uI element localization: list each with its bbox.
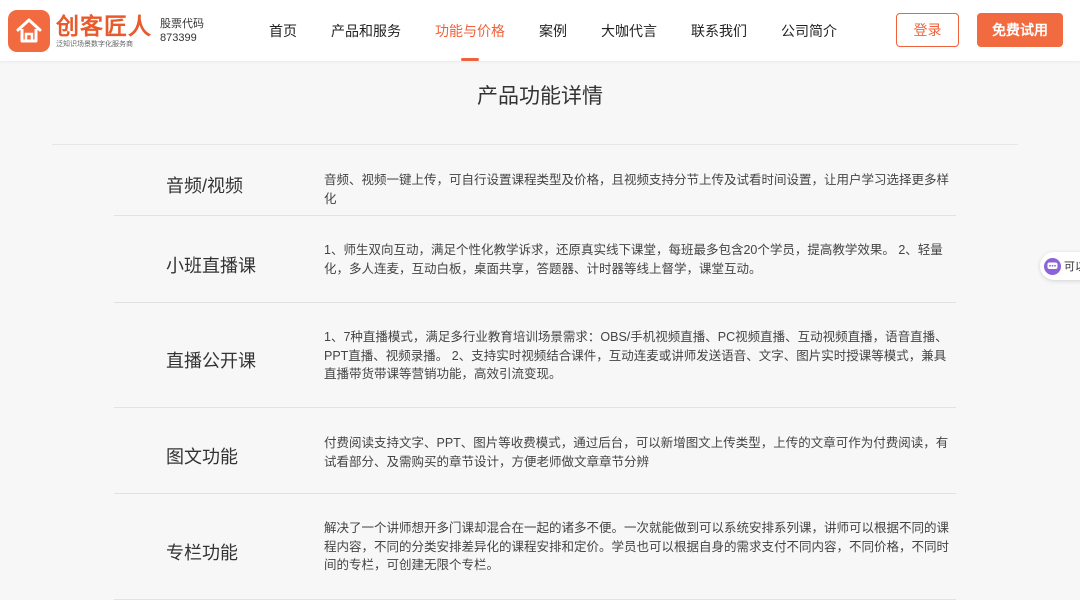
stock-info: 股票代码 873399 (160, 17, 204, 45)
nav-about[interactable]: 公司简介 (764, 0, 854, 61)
login-button[interactable]: 登录 (896, 13, 959, 47)
feature-row-graphic-text: 图文功能 付费阅读支持文字、PPT、图片等收费模式，通过后台，可以新增图文上传类… (114, 408, 956, 494)
nav-cases[interactable]: 案例 (522, 0, 584, 61)
free-trial-button[interactable]: 免费试用 (977, 13, 1063, 47)
chat-label: 可以 (1064, 261, 1080, 273)
feature-name: 小班直播课 (166, 256, 256, 276)
nav-contact[interactable]: 联系我们 (674, 0, 764, 61)
feature-desc: 1、师生双向互动，满足个性化教学诉求，还原真实线下课堂，每班最多包含20个学员，… (324, 243, 943, 276)
chat-bubble-icon (1044, 257, 1061, 275)
feature-row-small-class-live: 小班直播课 1、师生双向互动，满足个性化教学诉求，还原真实线下课堂，每班最多包含… (114, 216, 956, 303)
feature-list: 音频/视频 音频、视频一键上传，可自行设置课程类型及价格，且视频支持分节上传及试… (114, 145, 956, 600)
brand-slogan: 泛知识场景数字化服务商 (56, 41, 133, 48)
nav-endorsements[interactable]: 大咖代言 (584, 0, 674, 61)
nav-home[interactable]: 首页 (252, 0, 314, 61)
page-title: 产品功能详情 (477, 85, 603, 108)
feature-name: 直播公开课 (166, 351, 256, 371)
feature-name: 音频/视频 (166, 176, 244, 196)
feature-name: 图文功能 (166, 447, 238, 467)
brand-name: 创客匠人 (56, 13, 152, 39)
site-header: 创客匠人 泛知识场景数字化服务商 股票代码 873399 首页 产品和服务 功能… (0, 0, 1080, 61)
feature-row-public-live: 直播公开课 1、7种直播模式，满足多行业教育培训场景需求：OBS/手机视频直播、… (114, 303, 956, 408)
feature-desc: 1、7种直播模式，满足多行业教育培训场景需求：OBS/手机视频直播、PC视频直播… (324, 330, 948, 381)
nav-features-pricing[interactable]: 功能与价格 (418, 0, 522, 61)
nav-products-services[interactable]: 产品和服务 (314, 0, 418, 61)
stock-label: 股票代码 (160, 18, 204, 30)
brand-logo[interactable]: 创客匠人 泛知识场景数字化服务商 (8, 10, 152, 52)
floating-chat-tab[interactable]: 可以 (1040, 252, 1080, 280)
feature-desc: 解决了一个讲师想开多门课却混合在一起的诸多不便。一次就能做到可以系统安排系列课，… (324, 521, 950, 572)
feature-desc: 付费阅读支持文字、PPT、图片等收费模式，通过后台，可以新增图文上传类型，上传的… (324, 436, 949, 469)
house-logo-icon (8, 10, 50, 52)
feature-row-column: 专栏功能 解决了一个讲师想开多门课却混合在一起的诸多不便。一次就能做到可以系统安… (114, 494, 956, 600)
feature-desc: 音频、视频一键上传，可自行设置课程类型及价格，且视频支持分节上传及试看时间设置，… (324, 173, 950, 206)
feature-name: 专栏功能 (166, 543, 238, 563)
main-nav: 首页 产品和服务 功能与价格 案例 大咖代言 联系我们 公司简介 (252, 0, 854, 61)
stock-code: 873399 (160, 32, 197, 44)
feature-row-audio-video: 音频/视频 音频、视频一键上传，可自行设置课程类型及价格，且视频支持分节上传及试… (114, 145, 956, 216)
